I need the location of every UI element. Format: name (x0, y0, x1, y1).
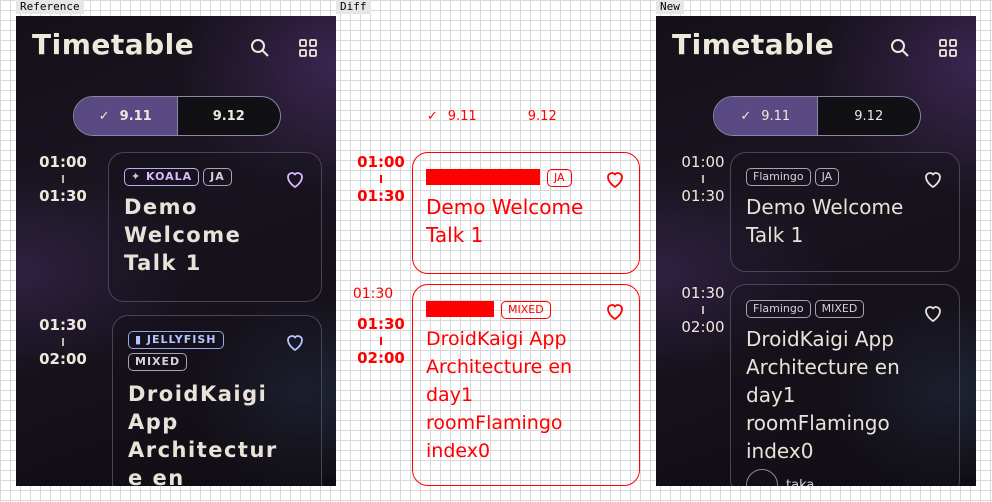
search-icon[interactable] (248, 36, 272, 60)
day-selector: ✓ 9.11 9.12 (73, 96, 281, 136)
favorite-heart-icon[interactable] (283, 167, 307, 191)
time-range: 01:00 01:30 (39, 153, 87, 205)
language-chip: MIXED (128, 353, 188, 371)
reference-label: Reference (16, 0, 84, 14)
page-title: Timetable (32, 28, 195, 61)
language-chip: JA (203, 168, 232, 186)
speaker-row: taka (746, 469, 814, 486)
tab-day-2: 9.12 (527, 108, 557, 124)
tab-day-1[interactable]: ✓ 9.11 (74, 97, 178, 135)
session-title: Demo Welcome Talk 1 (124, 195, 242, 275)
time-range: 01:30 02:00 (681, 284, 725, 336)
grid-view-icon[interactable] (936, 36, 960, 60)
session-card-diff: MIXED DroidKaigi App Architecture en day… (412, 284, 640, 486)
diff-screen: ✓ 9.11 9.12 01:00 01:30 JA Demo Welcome T… (336, 16, 656, 486)
room-chip: ▮ JELLYFISH (128, 331, 224, 349)
language-chip: MIXED (814, 300, 865, 318)
avatar (746, 469, 778, 486)
reference-screen: Timetable ✓ 9.11 9.12 01:00 01:30 ✦ KOALA… (16, 16, 336, 486)
speaker-name: taka (786, 477, 815, 487)
session-card[interactable]: Flamingo MIXED DroidKaigi App Architectu… (730, 284, 960, 486)
check-icon: ✓ (740, 108, 752, 124)
favorite-heart-icon (603, 167, 627, 191)
room-chip: Flamingo (746, 168, 811, 186)
tab-day-1[interactable]: ✓ 9.11 (714, 97, 818, 135)
time-range: 01:30 02:00 (357, 315, 405, 367)
session-title: DroidKaigi App Architecture en (128, 382, 278, 486)
search-icon[interactable] (888, 36, 912, 60)
favorite-heart-icon[interactable] (283, 330, 307, 354)
room-chip: ✦ KOALA (124, 168, 200, 186)
day-selector: ✓ 9.11 9.12 (406, 104, 588, 128)
top-app-bar: Timetable (16, 16, 336, 80)
favorite-heart-icon[interactable] (921, 167, 945, 191)
tab-day-2[interactable]: 9.12 (177, 97, 280, 135)
session-card-diff: JA Demo Welcome Talk 1 (412, 152, 640, 274)
diff-label: Diff (336, 0, 371, 14)
session-title: Demo Welcome Talk 1 (746, 195, 904, 247)
time-range: 01:00 01:30 (357, 153, 405, 205)
session-card[interactable]: Flamingo JA Demo Welcome Talk 1 (730, 152, 960, 272)
language-chip: JA (814, 168, 840, 186)
session-card[interactable]: ✦ KOALA JA Demo Welcome Talk 1 (108, 152, 322, 302)
tab-day-2[interactable]: 9.12 (817, 97, 920, 135)
top-app-bar: Timetable (656, 16, 976, 80)
tab-day-1: ✓ 9.11 (426, 108, 477, 124)
time-range: 01:00 01:30 (681, 153, 725, 205)
favorite-heart-icon (603, 299, 627, 323)
check-icon: ✓ (98, 108, 110, 124)
time-range: 01:30 (352, 286, 394, 302)
time-range: 01:30 02:00 (39, 316, 87, 368)
new-screen: Timetable ✓ 9.11 9.12 01:00 01:30 Flaming… (656, 16, 976, 486)
new-label: New (656, 0, 684, 14)
session-title: DroidKaigi App Architecture en day1 room… (746, 327, 900, 463)
room-chip: Flamingo (746, 300, 811, 318)
day-selector: ✓ 9.11 9.12 (713, 96, 921, 136)
favorite-heart-icon[interactable] (921, 301, 945, 325)
session-card[interactable]: ▮ JELLYFISH MIXED DroidKaigi App Archite… (112, 315, 322, 486)
grid-view-icon[interactable] (296, 36, 320, 60)
page-title: Timetable (672, 28, 835, 61)
